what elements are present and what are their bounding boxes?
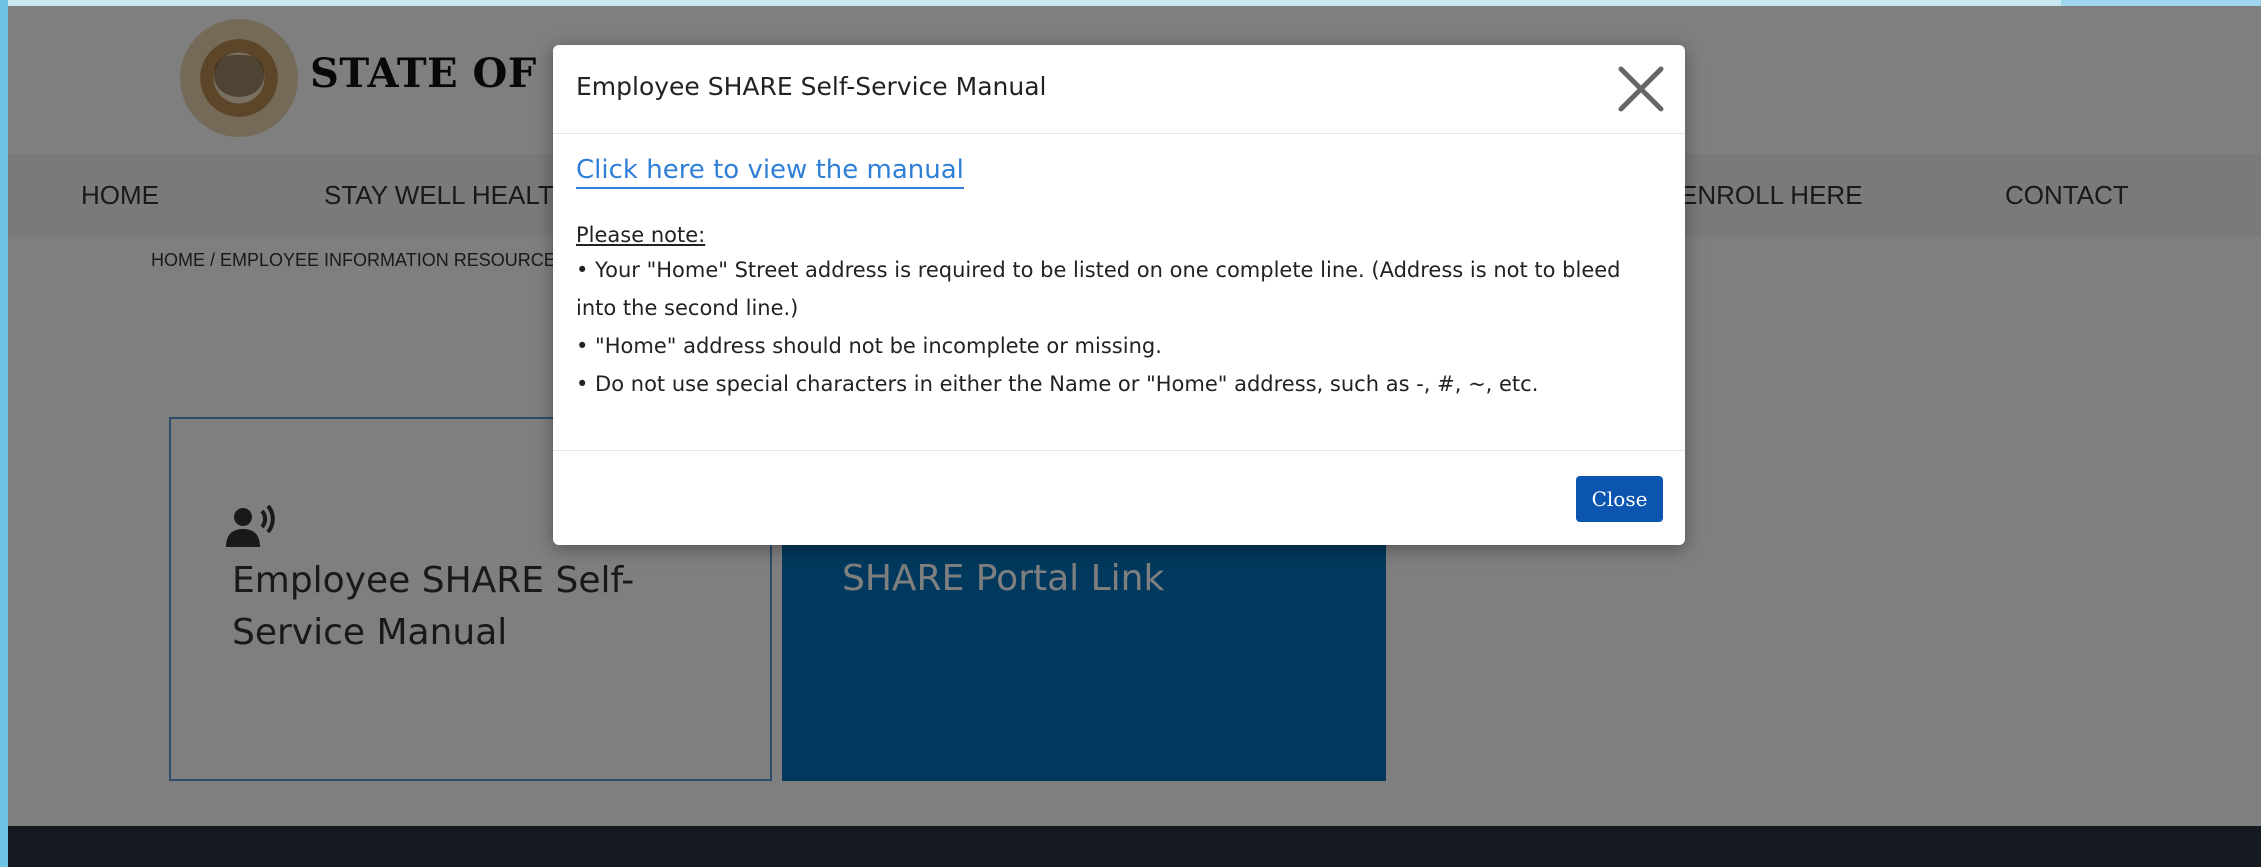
modal-body: Click here to view the manual Please not… [576, 155, 1666, 403]
note-heading: Please note: [576, 223, 706, 247]
close-button[interactable]: Close [1576, 476, 1663, 522]
note-item: • Do not use special characters in eithe… [576, 372, 1539, 396]
note-item: • "Home" address should not be incomplet… [576, 334, 1162, 358]
page: STATE OF N HOME STAY WELL HEALTH ENROLL … [8, 6, 2261, 867]
modal-title: Employee SHARE Self-Service Manual [576, 72, 1047, 101]
note-item: • Your "Home" Street address is required… [576, 258, 1621, 320]
modal-header: Employee SHARE Self-Service Manual [553, 45, 1685, 134]
manual-modal: Employee SHARE Self-Service Manual Click… [553, 45, 1685, 545]
view-manual-link[interactable]: Click here to view the manual [576, 155, 964, 189]
close-icon[interactable] [1613, 61, 1669, 117]
modal-footer: Close [553, 450, 1685, 546]
background-decoration-left [0, 0, 8, 867]
